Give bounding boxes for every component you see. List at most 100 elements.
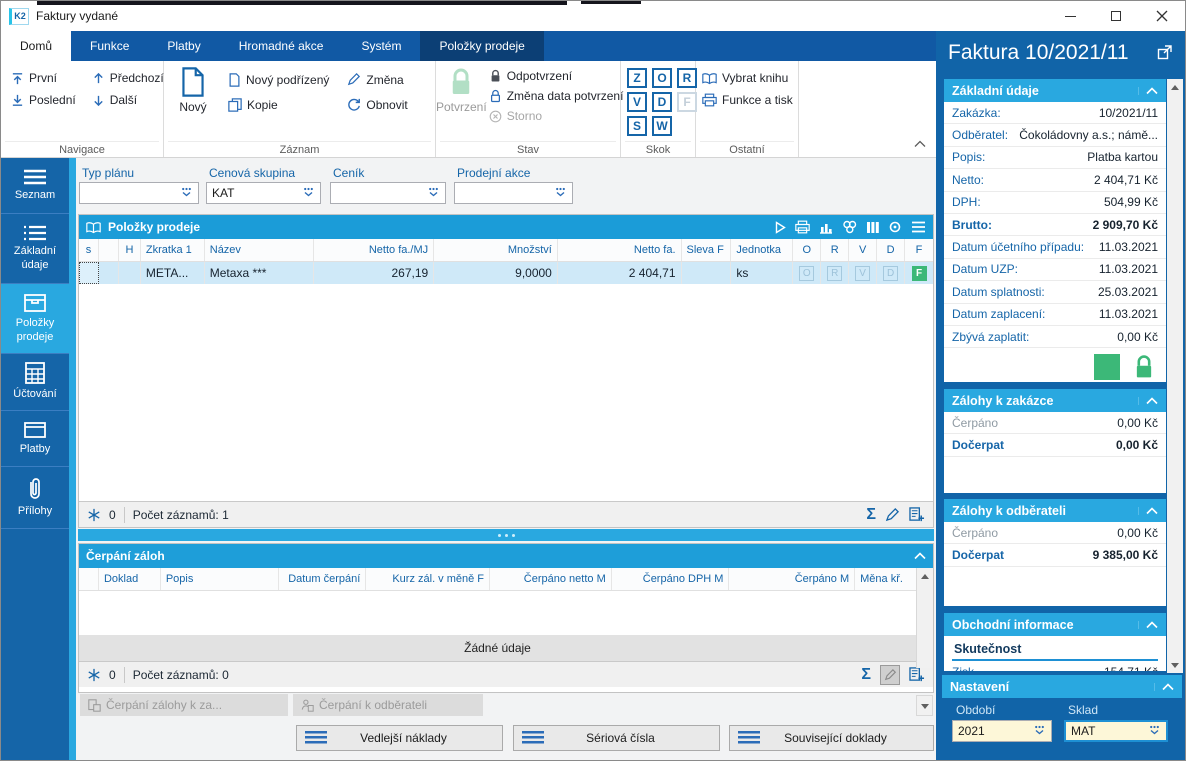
- jump-v-button[interactable]: V: [627, 92, 647, 112]
- col-header-d[interactable]: D: [877, 239, 906, 261]
- sidebar-item-platby[interactable]: Platby: [1, 411, 69, 467]
- jump-w-button[interactable]: W: [652, 116, 672, 136]
- scroll-down-button[interactable]: [916, 695, 933, 716]
- first-button[interactable]: První: [11, 71, 76, 85]
- col-header-h[interactable]: H: [119, 239, 141, 261]
- add-document-icon[interactable]: [909, 667, 925, 682]
- change-button[interactable]: Změna: [347, 71, 407, 89]
- confirm-button[interactable]: Potvrzení: [436, 61, 487, 123]
- sidebar-item-zakladni-udaje[interactable]: Základní údaje: [1, 214, 69, 284]
- sidebar-item-prilohy[interactable]: Přílohy: [1, 467, 69, 529]
- ribbon-collapse-button[interactable]: [914, 137, 926, 151]
- previous-button[interactable]: Předchozí: [92, 71, 164, 85]
- col-header-sel[interactable]: [99, 239, 119, 261]
- edit-icon[interactable]: [885, 507, 900, 522]
- sum-icon[interactable]: [861, 666, 871, 684]
- tab-funkce[interactable]: Funkce: [71, 31, 148, 61]
- collapse-button[interactable]: [1138, 620, 1158, 629]
- col-header-cerpano-dph[interactable]: Čerpáno DPH M: [612, 568, 730, 590]
- jump-o-button[interactable]: O: [652, 68, 672, 88]
- maximize-button[interactable]: [1093, 1, 1139, 31]
- cerpani-k-odberateli-button[interactable]: Čerpání k odběrateli: [293, 694, 483, 716]
- close-button[interactable]: [1139, 1, 1185, 31]
- sidebar-item-seznam[interactable]: Seznam: [1, 158, 69, 214]
- collapse-chevron-icon[interactable]: [914, 552, 926, 560]
- sidebar-item-uctovani[interactable]: Účtování: [1, 354, 69, 411]
- seriova-cisla-button[interactable]: Sériová čísla: [513, 725, 720, 751]
- cerpani-zalohy-k-zakazce-button[interactable]: Čerpání zálohy k za...: [80, 694, 288, 716]
- col-header-f[interactable]: F: [905, 239, 933, 261]
- jump-f-button[interactable]: F: [677, 92, 697, 112]
- scroll-up-icon[interactable]: [1167, 79, 1183, 95]
- tab-hromadne-akce[interactable]: Hromadné akce: [220, 31, 343, 61]
- copy-button[interactable]: Kopie: [228, 97, 329, 115]
- edit-disabled-button[interactable]: [880, 664, 900, 685]
- souvisejici-doklady-button[interactable]: Související doklady: [729, 725, 934, 751]
- collapse-button[interactable]: [1138, 86, 1158, 95]
- jump-z-button[interactable]: Z: [627, 68, 647, 88]
- prodejni-akce-combo[interactable]: [454, 182, 573, 204]
- row-select-cell[interactable]: [79, 262, 99, 284]
- storno-button[interactable]: Storno: [489, 109, 624, 123]
- jump-d-button[interactable]: D: [652, 92, 672, 112]
- tab-polozky-prodeje[interactable]: Položky prodeje: [420, 31, 544, 61]
- scroll-up-icon[interactable]: [917, 568, 933, 584]
- tab-domu[interactable]: Domů: [1, 31, 72, 61]
- gears-icon[interactable]: [842, 220, 857, 234]
- chart-icon[interactable]: [819, 221, 833, 234]
- panel-vertical-scrollbar[interactable]: [1167, 79, 1183, 673]
- scroll-down-icon[interactable]: [1167, 657, 1183, 673]
- col-header-s[interactable]: s: [79, 239, 99, 261]
- col-header-doklad[interactable]: Doklad: [99, 568, 161, 590]
- cerpani-vertical-scrollbar[interactable]: [916, 568, 933, 668]
- refresh-button[interactable]: Obnovit: [347, 97, 408, 115]
- col-header-netto-mj[interactable]: Netto fa./MJ: [314, 239, 435, 261]
- jump-r-button[interactable]: R: [677, 68, 697, 88]
- col-header-v[interactable]: V: [849, 239, 878, 261]
- col-header-sleva[interactable]: Sleva F: [682, 239, 732, 261]
- typ-planu-combo[interactable]: [79, 182, 199, 204]
- sklad-combo[interactable]: MAT: [1064, 720, 1168, 742]
- minimize-button[interactable]: [1047, 1, 1093, 31]
- col-header-nazev[interactable]: Název: [205, 239, 315, 261]
- col-header-kurz[interactable]: Kurz zál. v měně F: [366, 568, 491, 590]
- col-header-netto[interactable]: Netto fa.: [558, 239, 682, 261]
- pane-splitter[interactable]: [78, 529, 934, 541]
- popout-button[interactable]: [1157, 44, 1173, 63]
- print-icon[interactable]: [795, 220, 810, 234]
- col-header-datum[interactable]: Datum čerpání: [279, 568, 367, 590]
- collapse-button[interactable]: [1138, 506, 1158, 515]
- change-confirm-date-button[interactable]: Změna data potvrzení: [489, 89, 623, 103]
- new-button[interactable]: Nový: [164, 61, 222, 114]
- menu-icon[interactable]: [911, 221, 926, 233]
- col-header-popis[interactable]: Popis: [161, 568, 279, 590]
- col-header-o[interactable]: O: [793, 239, 822, 261]
- vedlejsi-naklady-button[interactable]: Vedlejší náklady: [296, 725, 503, 751]
- next-button[interactable]: Další: [92, 93, 164, 107]
- obdobi-combo[interactable]: 2021: [952, 720, 1052, 742]
- settings-gear-icon[interactable]: [888, 220, 902, 234]
- last-button[interactable]: Poslední: [11, 93, 76, 107]
- new-child-button[interactable]: Nový podřízený: [228, 71, 329, 89]
- jump-s-button[interactable]: S: [627, 116, 647, 136]
- unconfirm-button[interactable]: Odpotvrzení: [489, 69, 624, 83]
- cenova-skupina-combo[interactable]: KAT: [206, 182, 321, 204]
- col-header-jednotka[interactable]: Jednotka: [731, 239, 794, 261]
- collapse-button[interactable]: [1154, 682, 1174, 691]
- select-book-button[interactable]: Vybrat knihu: [702, 71, 798, 85]
- sidebar-item-polozky-prodeje[interactable]: Položky prodeje: [1, 284, 69, 354]
- cenik-combo[interactable]: [330, 182, 446, 204]
- col-header-cerpano-m[interactable]: Čerpáno M: [729, 568, 856, 590]
- functions-print-button[interactable]: Funkce a tisk: [702, 93, 798, 107]
- columns-icon[interactable]: [866, 221, 879, 234]
- freeze-icon[interactable]: [87, 508, 101, 522]
- add-document-icon[interactable]: [909, 507, 925, 522]
- sum-icon[interactable]: [866, 506, 876, 524]
- tab-platby[interactable]: Platby: [148, 31, 219, 61]
- freeze-icon[interactable]: [87, 668, 101, 682]
- col-header-r[interactable]: R: [821, 239, 850, 261]
- collapse-button[interactable]: [1138, 396, 1158, 405]
- col-header-mena[interactable]: Měna kř.: [855, 568, 916, 590]
- col-header-cerpano-netto[interactable]: Čerpáno netto M: [490, 568, 612, 590]
- tab-system[interactable]: Systém: [342, 31, 420, 61]
